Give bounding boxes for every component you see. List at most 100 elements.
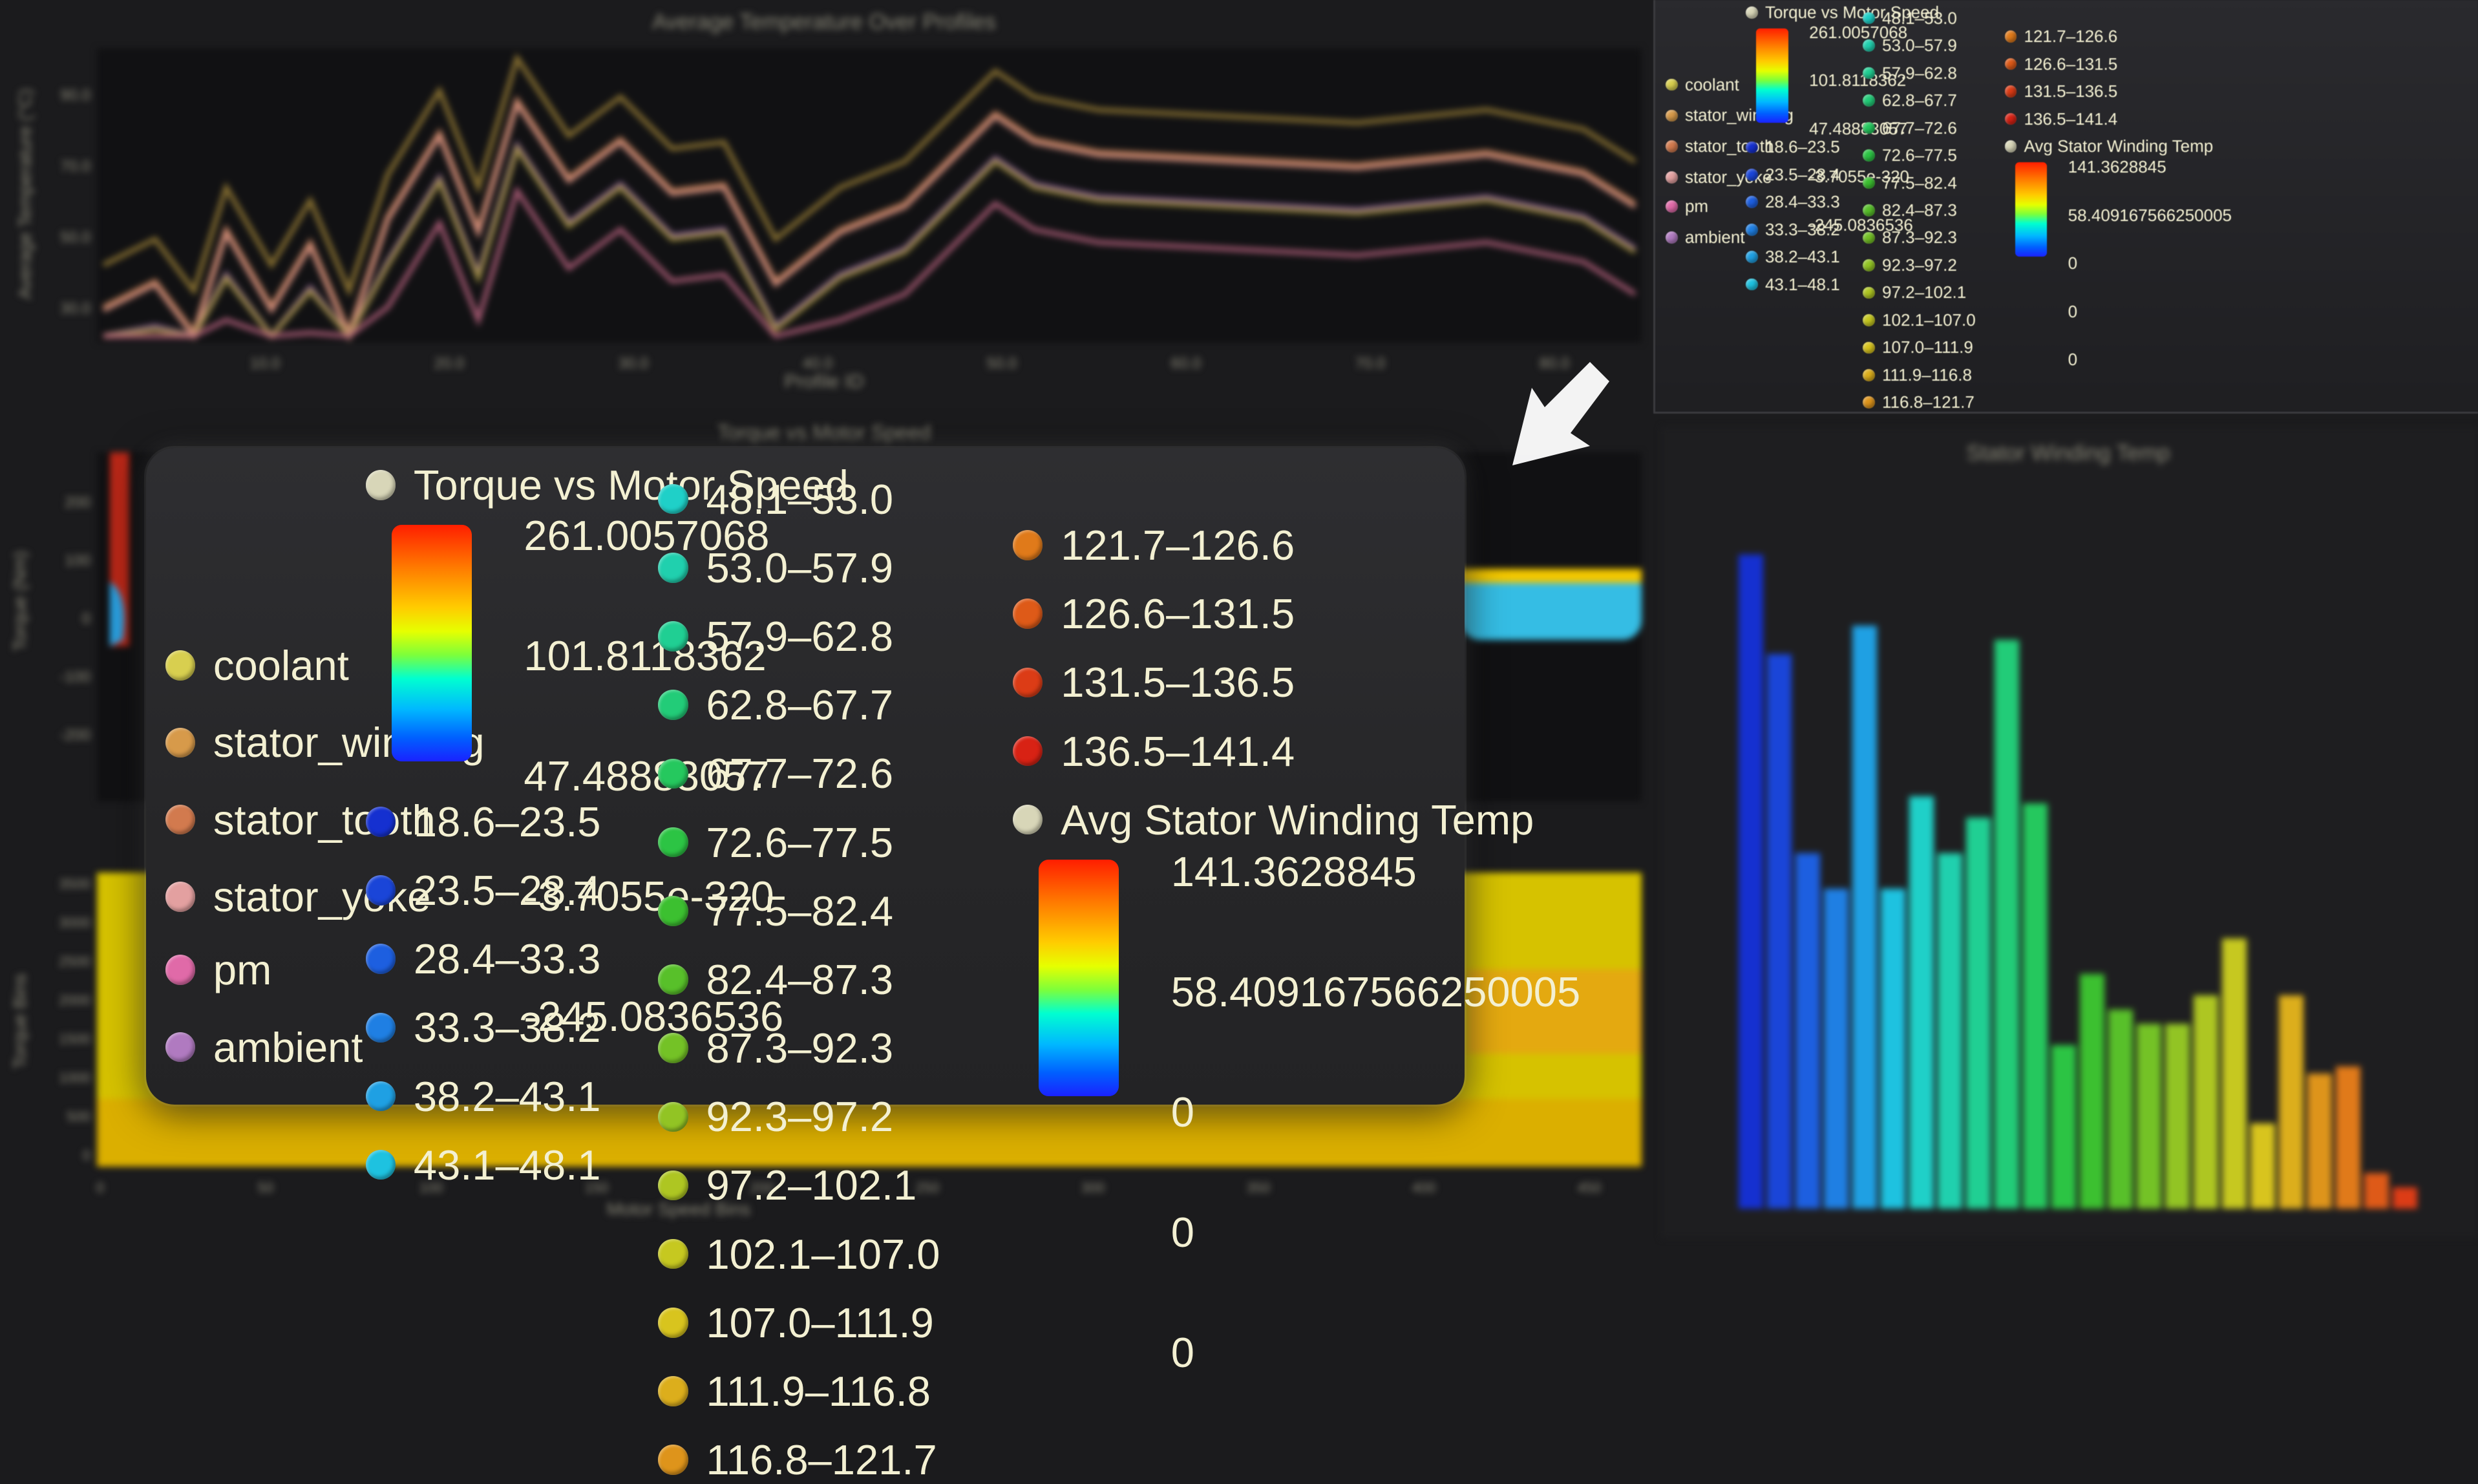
zoom-arrow-icon	[1512, 362, 1609, 465]
legend-item-bin[interactable]: 77.5–82.4	[658, 887, 893, 935]
legend-item-bin[interactable]: 102.1–107.0	[658, 1230, 940, 1278]
legend-item-bin[interactable]: 57.9–62.8	[1863, 63, 1957, 83]
legend-item-bin[interactable]: 43.1–48.1	[1746, 275, 1840, 295]
middle-chart-yticks: 200 100 0 -100 -200	[59, 494, 90, 744]
legend-item-ambient[interactable]: ambient	[165, 1023, 363, 1072]
bottom-chart-yticks: 3500 3000 2500 2000 1500 1000 500 0	[59, 876, 90, 1163]
legend-label: 131.5–136.5	[2024, 81, 2118, 101]
legend-marker-icon	[165, 804, 195, 835]
legend-marker-icon	[365, 470, 396, 500]
legend-marker-icon	[2004, 30, 2017, 43]
legend-item-bin[interactable]: 57.9–62.8	[658, 612, 893, 661]
legend-item-bin[interactable]: 111.9–116.8	[1863, 365, 1972, 385]
legend-item-bin[interactable]: 67.7–72.6	[658, 749, 893, 798]
legend-item-bin[interactable]: 116.8–121.7	[1863, 392, 1975, 412]
legend-item-bin[interactable]: 82.4–87.3	[1863, 200, 1957, 220]
legend-item-bin[interactable]: 107.0–111.9	[1863, 337, 1973, 357]
legend-item-coolant[interactable]: coolant	[1666, 75, 1739, 95]
legend-item-bin[interactable]: 62.8–67.7	[1863, 90, 1957, 111]
legend-marker-icon	[1666, 78, 1678, 91]
legend-marker-icon	[165, 882, 195, 912]
legend-item-bin[interactable]: 92.3–97.2	[658, 1092, 893, 1141]
legend-marker-icon	[1863, 149, 1875, 162]
legend-label: 43.1–48.1	[413, 1141, 601, 1189]
legend-item-bin[interactable]: 28.4–33.3	[1746, 192, 1840, 212]
legend-item-bin[interactable]: 87.3–92.3	[658, 1024, 893, 1072]
legend-item-bin[interactable]: 136.5–141.4	[1012, 727, 1295, 776]
legend-item-bin[interactable]: 77.5–82.4	[1863, 173, 1957, 193]
legend-item-bin[interactable]: 23.5–28.4	[365, 866, 600, 915]
legend-item-bin[interactable]: 67.7–72.6	[1863, 118, 1957, 138]
top-xtick: 50.0	[987, 355, 1017, 372]
middle-ytick: -200	[59, 726, 90, 744]
legend-label: 82.4–87.3	[706, 955, 894, 1003]
legend-label: 18.6–23.5	[1764, 137, 1840, 157]
legend-label: 53.0–57.9	[706, 544, 894, 591]
legend-marker-icon	[1012, 804, 1043, 835]
legend-item-bin[interactable]: 53.0–57.9	[1863, 36, 1957, 56]
legend-item-avg-stator-winding-temp[interactable]: Avg Stator Winding Temp	[2004, 136, 2213, 156]
legend-item-bin[interactable]: 48.1–53.0	[658, 475, 893, 524]
legend-item-bin[interactable]: 33.3–38.2	[365, 1003, 601, 1052]
legend-marker-icon	[165, 1032, 195, 1063]
legend-item-bin[interactable]: 92.3–97.2	[1863, 255, 1957, 275]
legend-item-bin[interactable]: 38.2–43.1	[365, 1072, 600, 1121]
legend-item-avg-stator-winding-temp[interactable]: Avg Stator Winding Temp	[1012, 796, 1534, 844]
legend-item-bin[interactable]: 33.3–38.2	[1746, 220, 1840, 240]
legend-item-bin[interactable]: 126.6–131.5	[2004, 54, 2117, 74]
legend-item-bin[interactable]: 82.4–87.3	[658, 955, 893, 1004]
legend-item-coolant[interactable]: coolant	[165, 641, 349, 690]
legend-item-bin[interactable]: 121.7–126.6	[2004, 26, 2117, 47]
legend-item-bin[interactable]: 121.7–126.6	[1012, 521, 1295, 569]
legend-item-bin[interactable]: 87.3–92.3	[1863, 228, 1957, 248]
legend-marker-icon	[1746, 223, 1758, 236]
top-chart-xlabel: Profile ID	[784, 371, 863, 392]
legend-item-bin[interactable]: 62.8–67.7	[658, 681, 893, 729]
legend-item-bin[interactable]: 18.6–23.5	[1746, 137, 1840, 157]
legend-marker-icon	[2004, 58, 2017, 70]
legend-marker-icon	[1746, 196, 1758, 209]
legend-item-bin[interactable]: 111.9–116.8	[658, 1367, 931, 1415]
top-chart-ylabel: Average Temperature (°C)	[15, 89, 35, 299]
colorbar-tick-label: 0	[1170, 1329, 1194, 1377]
legend-label: 111.9–116.8	[706, 1367, 931, 1415]
legend-item-bin[interactable]: 97.2–102.1	[658, 1161, 916, 1209]
legend-label: 82.4–87.3	[1881, 200, 1957, 220]
colorbar-tick-label: 0	[2068, 253, 2078, 273]
legend-item-bin[interactable]: 97.2–102.1	[1863, 282, 1966, 302]
legend-item-bin[interactable]: 28.4–33.3	[365, 935, 601, 983]
legend-item-bin[interactable]: 48.1–53.0	[1863, 8, 1957, 28]
legend-item-bin[interactable]: 116.8–121.7	[658, 1436, 937, 1484]
legend-item-bin[interactable]: 53.0–57.9	[658, 544, 893, 592]
legend-item-bin[interactable]: 126.6–131.5	[1012, 589, 1295, 638]
colorbar-tick-label: 141.3628845	[2068, 157, 2166, 177]
legend-label: coolant	[1684, 74, 1739, 94]
legend-item-pm[interactable]: pm	[165, 946, 271, 994]
legend-marker-icon	[1012, 667, 1043, 698]
legend-label: 33.3–38.2	[413, 1004, 601, 1052]
right-chart-bar	[2137, 1024, 2161, 1209]
legend-item-bin[interactable]: 102.1–107.0	[1863, 310, 1976, 330]
torque-colorbar	[1756, 28, 1788, 123]
legend-item-bin[interactable]: 38.2–43.1	[1746, 247, 1840, 267]
legend-label: 28.4–33.3	[413, 935, 601, 983]
legend-marker-icon	[365, 944, 396, 974]
legend-marker-icon	[1863, 12, 1875, 25]
legend-label: 111.9–116.8	[1881, 365, 1972, 385]
legend-item-bin[interactable]: 72.6–77.5	[658, 818, 893, 867]
legend-item-bin[interactable]: 136.5–141.4	[2004, 109, 2117, 129]
legend-item-pm[interactable]: pm	[1666, 196, 1708, 217]
legend-item-ambient[interactable]: ambient	[1666, 228, 1745, 248]
legend-marker-icon	[1863, 204, 1875, 217]
colorbar-tick-label: 141.3628845	[1170, 848, 1417, 896]
legend-item-bin[interactable]: 107.0–111.9	[658, 1298, 934, 1347]
bottom-ytick: 3000	[59, 915, 90, 931]
right-chart-bar	[1767, 654, 1792, 1209]
legend-item-bin[interactable]: 23.5–28.4	[1746, 165, 1840, 185]
legend-item-bin[interactable]: 18.6–23.5	[365, 798, 600, 846]
legend-item-bin[interactable]: 131.5–136.5	[2004, 81, 2118, 101]
legend-item-bin[interactable]: 72.6–77.5	[1863, 145, 1957, 165]
legend-item-bin[interactable]: 43.1–48.1	[365, 1141, 601, 1189]
legend-marker-icon	[1012, 736, 1043, 767]
legend-item-bin[interactable]: 131.5–136.5	[1012, 658, 1295, 706]
